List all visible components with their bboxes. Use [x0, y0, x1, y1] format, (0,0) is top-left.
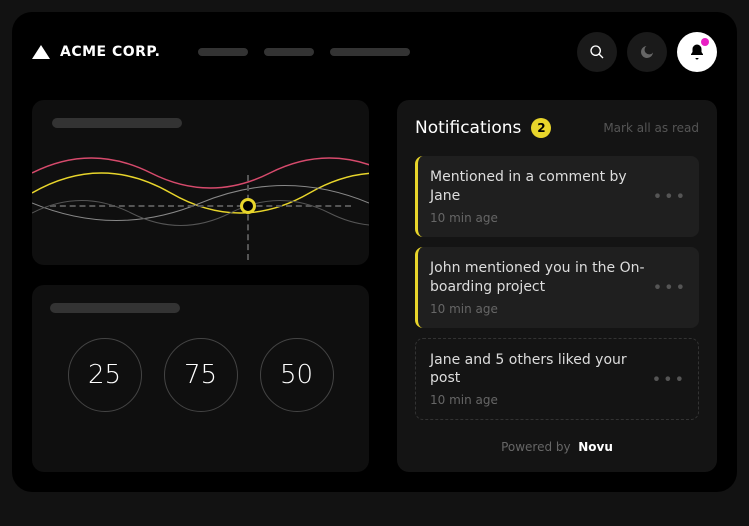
metric-circle: 25	[68, 338, 142, 412]
header: ACME CORP.	[32, 32, 717, 72]
chart-title-placeholder	[52, 118, 182, 128]
left-column: 25 75 50	[32, 100, 369, 472]
unread-badge: 2	[531, 118, 551, 138]
metric-circle: 50	[260, 338, 334, 412]
search-button[interactable]	[577, 32, 617, 72]
metrics-card: 25 75 50	[32, 285, 369, 472]
header-actions	[577, 32, 717, 72]
logo-triangle-icon	[32, 45, 50, 59]
notification-title: John mentioned you in the On-boarding pr…	[430, 259, 659, 297]
notification-item[interactable]: John mentioned you in the On-boarding pr…	[415, 247, 699, 328]
notification-title: Jane and 5 others liked your post	[430, 351, 658, 389]
powered-prefix: Powered by	[501, 440, 571, 454]
chart-crosshair-h	[50, 205, 351, 207]
notification-dot-icon	[701, 38, 709, 46]
wave-lines	[32, 138, 369, 238]
notification-time: 10 min age	[430, 393, 658, 407]
notification-item[interactable]: Mentioned in a comment by Jane 10 min age…	[415, 156, 699, 237]
wave-chart-card	[32, 100, 369, 265]
brand-name: ACME CORP.	[60, 44, 160, 60]
nav-placeholder[interactable]	[264, 48, 314, 56]
notification-menu-button[interactable]: •••	[653, 278, 687, 297]
metric-circles: 25 75 50	[50, 338, 351, 412]
panel-title: Notifications	[415, 118, 521, 138]
notifications-button[interactable]	[677, 32, 717, 72]
main-content: 25 75 50 Notifications 2 Mark all as rea…	[32, 100, 717, 472]
nav-placeholder[interactable]	[330, 48, 410, 56]
search-icon	[589, 44, 605, 60]
brand-logo: ACME CORP.	[32, 44, 160, 60]
notification-time: 10 min age	[430, 302, 659, 316]
notification-menu-button[interactable]: •••	[653, 187, 687, 206]
notification-item[interactable]: Jane and 5 others liked your post 10 min …	[415, 338, 699, 421]
top-nav	[198, 48, 410, 56]
notifications-panel: Notifications 2 Mark all as read Mention…	[397, 100, 717, 472]
chart-highlight-point-icon	[240, 198, 256, 214]
chart-crosshair-v	[247, 175, 249, 260]
powered-by: Powered by Novu	[415, 430, 699, 454]
nav-placeholder[interactable]	[198, 48, 248, 56]
metric-circle: 75	[164, 338, 238, 412]
notification-menu-button[interactable]: •••	[652, 369, 686, 388]
app-window: ACME CORP.	[12, 12, 737, 492]
powered-name: Novu	[578, 440, 613, 454]
notification-list: Mentioned in a comment by Jane 10 min age…	[415, 156, 699, 430]
moon-icon	[639, 44, 655, 60]
theme-toggle-button[interactable]	[627, 32, 667, 72]
mark-all-read-button[interactable]: Mark all as read	[603, 121, 699, 135]
notification-title: Mentioned in a comment by Jane	[430, 168, 659, 206]
metrics-title-placeholder	[50, 303, 180, 313]
panel-header: Notifications 2 Mark all as read	[415, 118, 699, 138]
notification-time: 10 min age	[430, 211, 659, 225]
